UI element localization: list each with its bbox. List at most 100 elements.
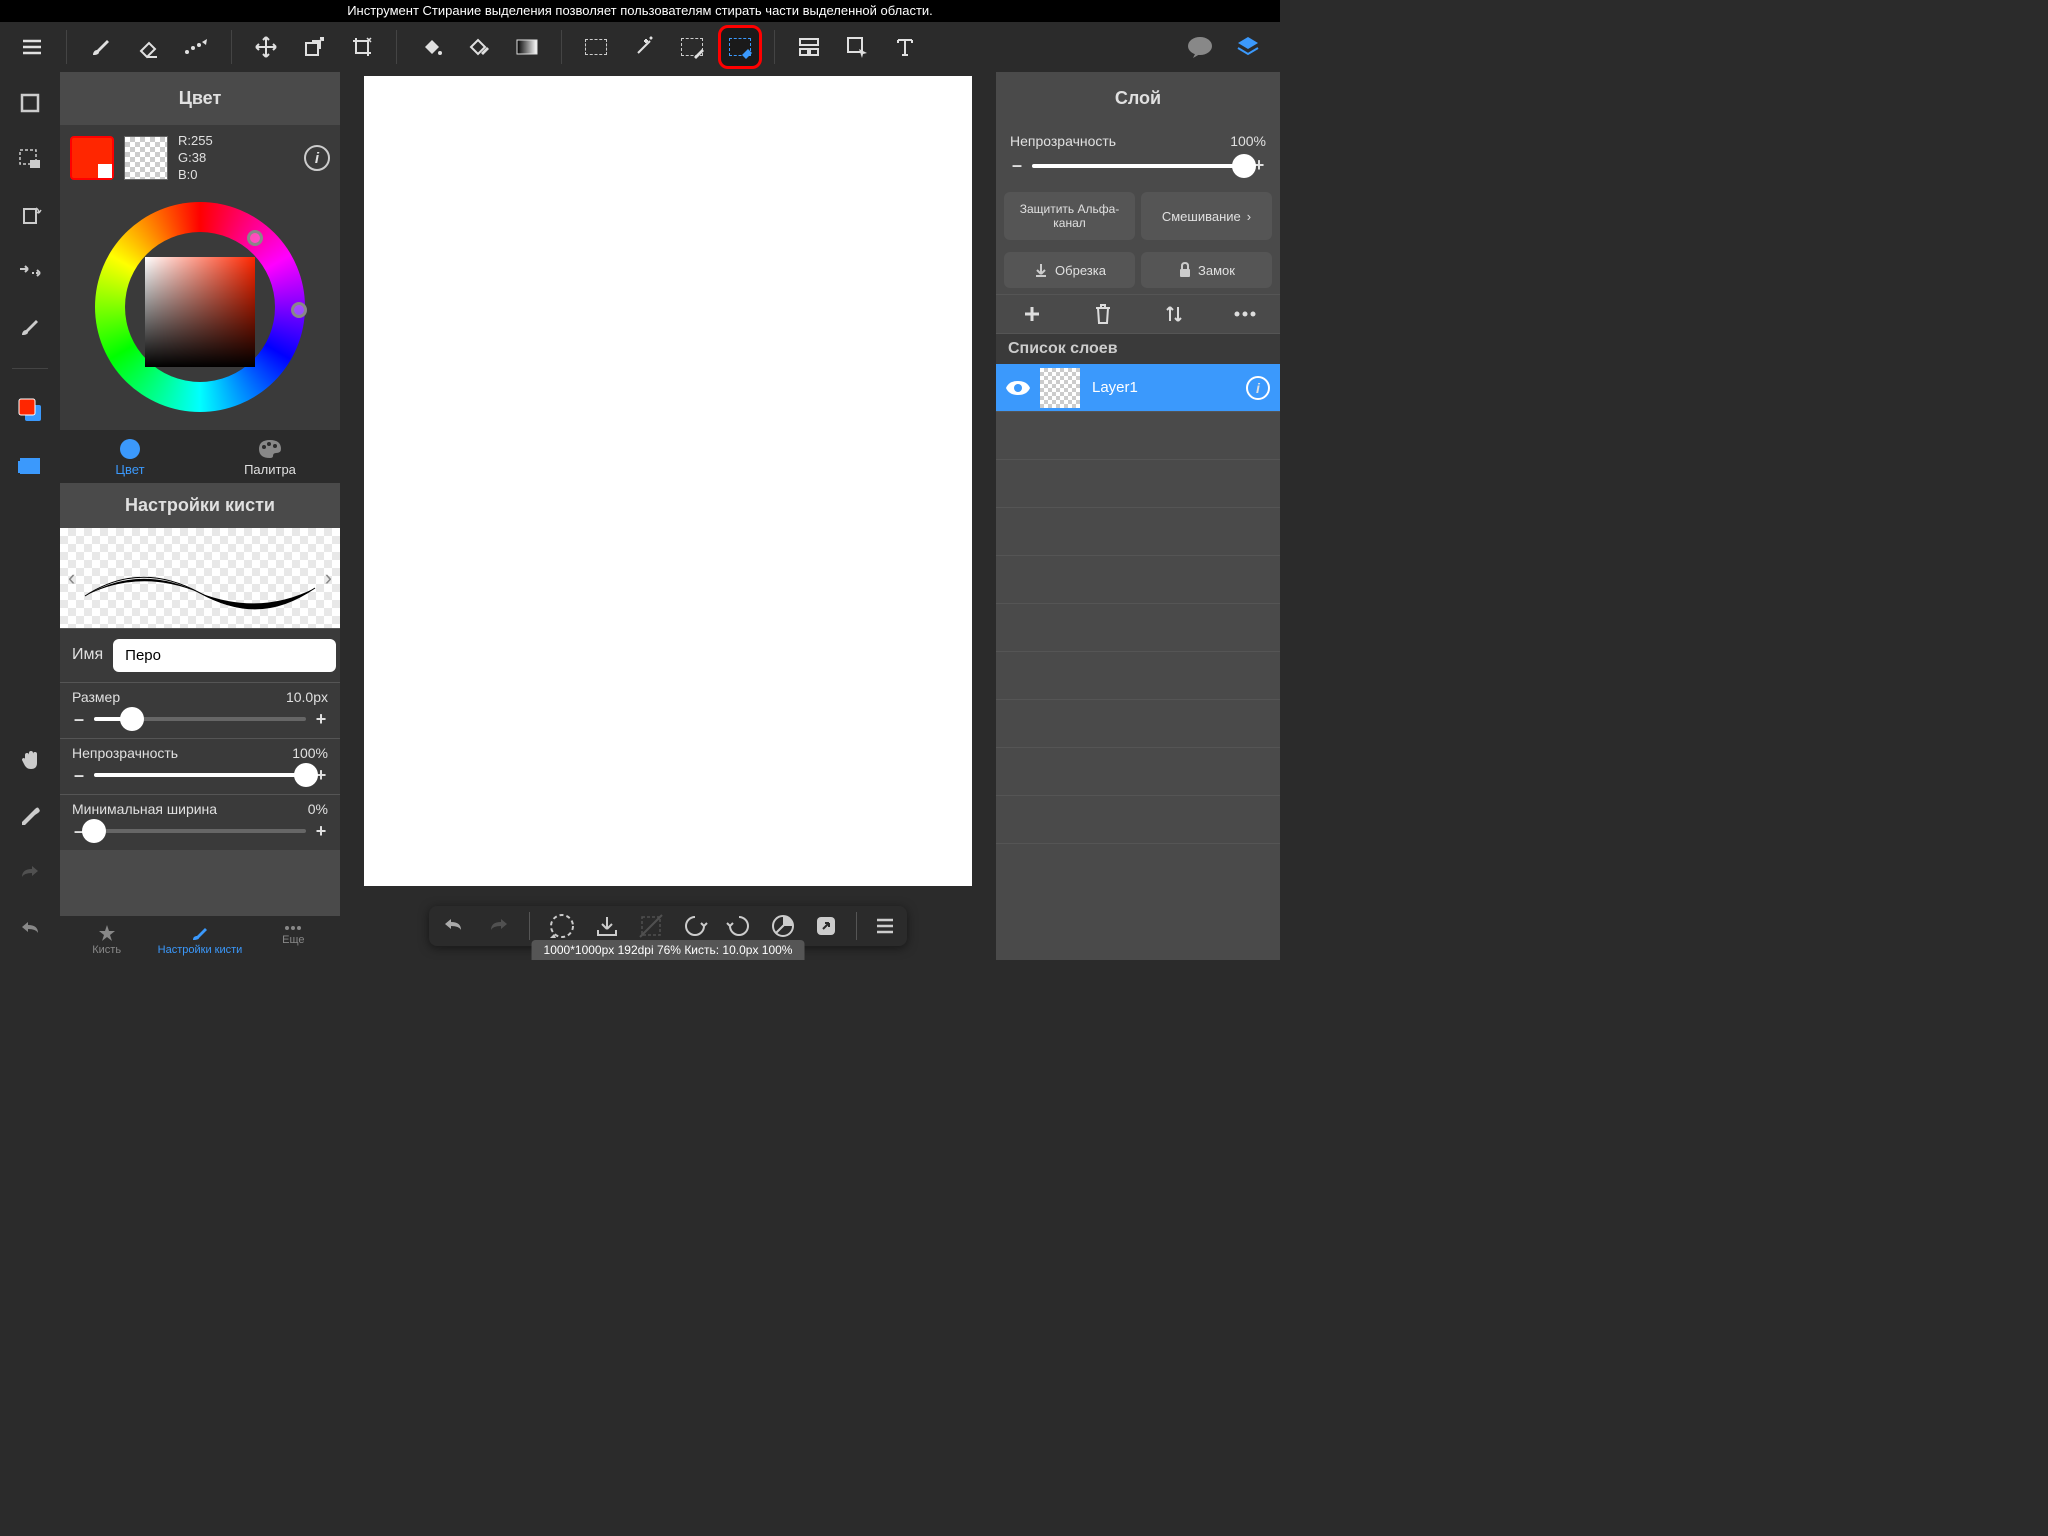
size-slider[interactable] [94,717,306,721]
secondary-color-swatch[interactable] [124,136,168,180]
info-icon[interactable]: i [304,145,330,171]
tab-more[interactable]: Еще [247,916,340,960]
separator [396,30,397,64]
fill-edit-tool[interactable] [457,25,501,69]
float-menu[interactable] [875,917,895,935]
eyedropper-tool[interactable] [11,798,49,836]
separator [12,368,48,369]
top-toolbar [0,22,1280,72]
color-tabs: Цвет Палитра [60,430,340,483]
transform-tool[interactable] [292,25,336,69]
add-layer-button[interactable] [996,303,1067,325]
layer-empty-slot [996,460,1280,508]
undo-button[interactable] [11,910,49,948]
sv-marker[interactable] [247,230,263,246]
canvas-area: 1000*1000px 192dpi 76% Кисть: 10.0px 100… [340,72,996,960]
color-swatch-row: R:255 G:38 B:0 i [60,125,340,192]
size-plus[interactable]: + [314,709,328,730]
layer-opacity-minus[interactable]: – [1010,155,1024,176]
selection-button[interactable] [11,140,49,178]
layer-info-icon[interactable]: i [1246,376,1270,400]
layer-actions-row [996,294,1280,334]
tab-palette[interactable]: Палитра [200,430,340,483]
float-lasso[interactable] [548,912,576,940]
separator [66,30,67,64]
selection-pen-tool[interactable] [670,25,714,69]
redo-button[interactable] [11,854,49,892]
prev-brush[interactable]: ‹ [62,565,81,591]
hue-marker[interactable] [291,302,307,318]
selection-eraser-tool[interactable] [718,25,762,69]
curve-button[interactable] [11,308,49,346]
flip-button[interactable] [11,252,49,290]
layer-more-button[interactable] [1209,303,1280,325]
color-wheel[interactable] [95,202,305,412]
gradient-tool[interactable] [505,25,549,69]
brush-name-input[interactable] [113,639,336,672]
delete-layer-button[interactable] [1067,303,1138,325]
minwidth-slider[interactable] [94,829,306,833]
crop-button[interactable]: Обрезка [1004,252,1135,288]
brush-tool[interactable] [79,25,123,69]
hand-tool[interactable] [11,742,49,780]
layer-empty-slot [996,604,1280,652]
layer-list-title: Список слоев [996,334,1280,364]
float-rotate-left[interactable] [682,913,708,939]
protect-alpha-button[interactable]: Защитить Альфа-канал [1004,192,1135,240]
float-redo[interactable] [485,916,511,936]
canvas[interactable] [364,76,972,886]
primary-color-swatch[interactable] [70,136,114,180]
opacity-label: Непрозрачность [72,745,178,761]
crop-tool[interactable] [340,25,384,69]
float-fullscreen[interactable] [814,914,838,938]
rotate-button[interactable] [11,196,49,234]
next-brush[interactable]: › [319,565,338,591]
background-button[interactable] [11,447,49,485]
opacity-slider[interactable] [94,773,306,777]
color-swap-button[interactable] [11,391,49,429]
layer-visibility-icon[interactable] [996,379,1040,397]
text-tool[interactable] [883,25,927,69]
blend-button[interactable]: Смешивание› [1141,192,1272,240]
bucket-tool[interactable] [409,25,453,69]
canvas-button[interactable] [11,84,49,122]
float-undo[interactable] [441,916,467,936]
frame-cursor-tool[interactable] [835,25,879,69]
tab-brush-settings[interactable]: Настройки кисти [153,916,246,960]
minwidth-plus[interactable]: + [314,821,328,842]
brush-stroke-preview [80,568,320,618]
eraser-tool[interactable] [127,25,171,69]
dot-brush-tool[interactable] [175,25,219,69]
layer-empty-slot [996,700,1280,748]
layer-item[interactable]: Layer1 i [996,364,1280,412]
sv-square[interactable] [145,257,255,367]
move-tool[interactable] [244,25,288,69]
left-panel: Цвет R:255 G:38 B:0 i Цвет Палитра Настр… [60,72,340,960]
tab-color[interactable]: Цвет [60,430,200,483]
brush-preview: ‹ › [60,528,340,628]
layer-thumbnail [1040,368,1080,408]
divide-tool[interactable] [787,25,831,69]
float-deselect[interactable] [638,913,664,939]
layers-icon[interactable] [1226,25,1270,69]
reorder-layer-button[interactable] [1138,303,1209,325]
float-save[interactable] [594,913,620,939]
size-minus[interactable]: – [72,709,86,730]
layer-empty-slot [996,652,1280,700]
chat-icon[interactable] [1178,25,1222,69]
menu-button[interactable] [10,25,54,69]
bottom-tabs: Кисть Настройки кисти Еще [60,916,340,960]
brush-name-row: Имя [60,628,340,682]
status-bar: 1000*1000px 192dpi 76% Кисть: 10.0px 100… [532,940,805,960]
rect-select-tool[interactable] [574,25,618,69]
layer-opacity-slider[interactable] [1032,164,1244,168]
float-invert[interactable] [770,913,796,939]
layer-empty-slot [996,508,1280,556]
float-rotate-right[interactable] [726,913,752,939]
minwidth-label: Минимальная ширина [72,801,217,817]
lock-button[interactable]: Замок [1141,252,1272,288]
layer-name: Layer1 [1080,379,1138,396]
tab-brush[interactable]: Кисть [60,916,153,960]
magic-wand-tool[interactable] [622,25,666,69]
opacity-minus[interactable]: – [72,765,86,786]
